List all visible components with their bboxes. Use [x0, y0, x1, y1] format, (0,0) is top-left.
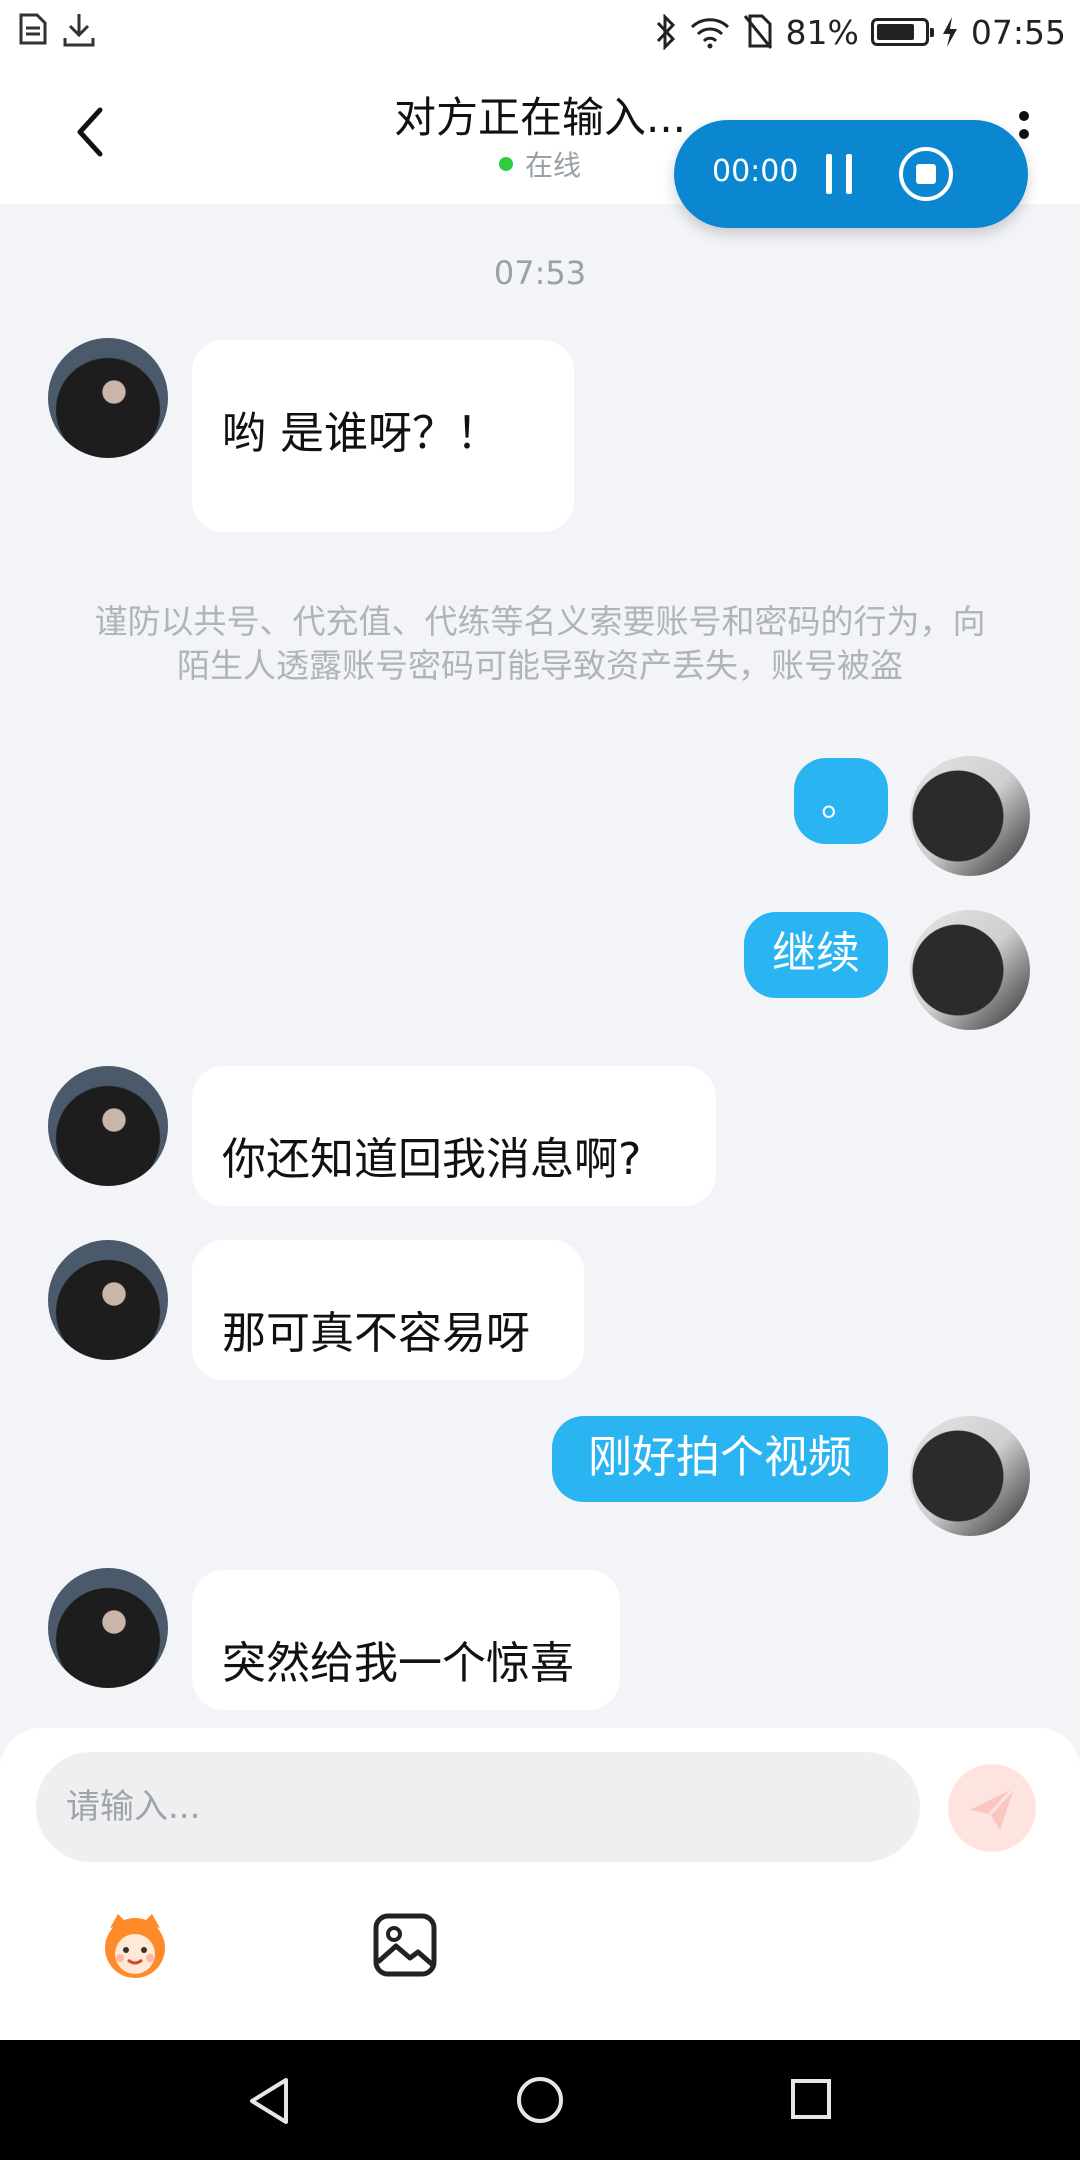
battery-percent: 81% [785, 12, 859, 52]
image-picker-icon[interactable] [372, 1912, 438, 1978]
status-bar: 81% 07:55 [0, 0, 1080, 64]
incoming-message[interactable]: 突然给我一个惊喜 [192, 1570, 620, 1710]
contact-avatar[interactable] [48, 338, 168, 458]
stop-icon[interactable] [896, 144, 956, 204]
pause-icon[interactable] [820, 150, 860, 198]
contact-avatar[interactable] [48, 1568, 168, 1688]
charging-icon [942, 17, 957, 47]
nav-home-icon[interactable] [516, 2076, 564, 2124]
incoming-message[interactable]: 那可真不容易呀 [192, 1240, 584, 1380]
my-avatar[interactable] [910, 756, 1030, 876]
contact-avatar[interactable] [48, 1240, 168, 1360]
system-navigation-bar [0, 2040, 1080, 2160]
message-composer: 请输入... [0, 1728, 1080, 2040]
outgoing-message[interactable]: 刚好拍个视频 [552, 1416, 888, 1502]
send-icon [970, 1786, 1016, 1830]
bluetooth-icon [656, 14, 675, 50]
incoming-message[interactable]: 哟 是谁呀？！ [192, 340, 574, 532]
nav-back-icon[interactable] [246, 2076, 294, 2126]
online-status-label: 在线 [524, 149, 581, 182]
battery-icon [870, 18, 934, 46]
emoji-sticker-icon[interactable] [92, 1906, 178, 1982]
my-avatar[interactable] [910, 910, 1030, 1030]
message-timestamp: 07:53 [493, 254, 587, 292]
document-icon [19, 13, 47, 45]
online-dot-icon [498, 157, 513, 171]
download-icon [63, 14, 95, 47]
my-avatar[interactable] [910, 1416, 1030, 1536]
wifi-icon [690, 18, 729, 49]
battery-level [876, 24, 915, 40]
screen-recording-widget[interactable]: 00:00 [674, 120, 1028, 228]
security-notice: 谨防以共号、代充值、代练等名义索要账号和密码的行为，向陌生人透露账号密码可能导致… [94, 602, 986, 685]
no-sim-icon [743, 14, 772, 49]
send-button[interactable] [948, 1764, 1036, 1852]
message-input[interactable]: 请输入... [36, 1752, 920, 1862]
nav-recent-apps-icon[interactable] [790, 2078, 832, 2120]
outgoing-message[interactable]: 继续 [744, 912, 888, 998]
clock: 07:55 [970, 12, 1066, 52]
outgoing-message[interactable]: 。 [794, 758, 888, 844]
contact-avatar[interactable] [48, 1066, 168, 1186]
recording-timer: 00:00 [712, 154, 799, 189]
incoming-message[interactable]: 你还知道回我消息啊? [192, 1066, 716, 1206]
chat-messages[interactable]: 07:53 哟 是谁呀？！ 谨防以共号、代充值、代练等名义索要账号和密码的行为，… [0, 204, 1080, 1728]
